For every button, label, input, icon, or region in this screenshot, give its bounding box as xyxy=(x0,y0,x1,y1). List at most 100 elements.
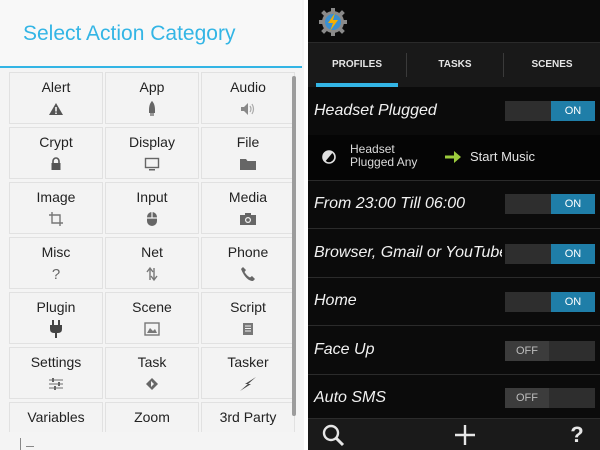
plug-icon xyxy=(10,319,102,339)
category-label: Script xyxy=(230,299,266,315)
search-button[interactable] xyxy=(318,423,348,447)
tasker-logo-icon xyxy=(319,8,347,36)
phone-icon xyxy=(202,264,294,284)
profile-context[interactable]: Headset Plugged Any Start Music xyxy=(308,135,600,181)
app-icon xyxy=(106,99,198,119)
profile-name: Home xyxy=(314,292,357,309)
state-context-label: Headset Plugged Any xyxy=(350,143,417,169)
alert-icon xyxy=(10,99,102,119)
category-settings[interactable]: Settings xyxy=(9,347,103,399)
category-misc[interactable]: Misc? xyxy=(9,237,103,289)
category-label: Settings xyxy=(30,354,82,370)
lock-icon xyxy=(10,154,102,174)
divider xyxy=(26,446,34,447)
tasker-app: PROFILES TASKS SCENES Headset Plugged ON… xyxy=(308,0,600,450)
search-icon xyxy=(322,424,345,447)
toggle-state: ON xyxy=(551,292,595,312)
profile-row[interactable]: From 23:00 Till 06:00 ON xyxy=(308,182,600,229)
state-line-2: Plugged Any xyxy=(350,155,418,169)
profile-row-headset-plugged[interactable]: Headset Plugged ON Headset Plugged Any S… xyxy=(308,87,600,181)
category-task[interactable]: Task xyxy=(105,347,199,399)
category-phone[interactable]: Phone xyxy=(201,237,295,289)
arrow-right-icon xyxy=(445,151,461,163)
category-net[interactable]: Net xyxy=(105,237,199,289)
category-label: Plugin xyxy=(36,299,76,315)
category-label: Media xyxy=(228,189,268,205)
camera-icon xyxy=(202,209,294,229)
profile-name: Browser, Gmail or YouTube xyxy=(314,244,502,261)
category-script[interactable]: Script xyxy=(201,292,295,344)
divider xyxy=(20,438,21,450)
category-label: Crypt xyxy=(39,134,73,150)
category-app[interactable]: App xyxy=(105,72,199,124)
category-media[interactable]: Media xyxy=(201,182,295,234)
profile-row[interactable]: Browser, Gmail or YouTube ON xyxy=(308,230,600,278)
app-bar xyxy=(308,0,600,42)
category-file[interactable]: File xyxy=(201,127,295,179)
profile-toggle[interactable]: OFF xyxy=(505,341,595,361)
dialog-title: Select Action Category xyxy=(23,22,236,45)
toggle-state: ON xyxy=(551,194,595,214)
profile-toggle[interactable]: ON xyxy=(505,244,595,264)
tab-tasks[interactable]: TASKS xyxy=(407,43,503,87)
category-plugin[interactable]: Plugin xyxy=(9,292,103,344)
picture-icon xyxy=(106,319,198,339)
category-label: 3rd Party xyxy=(219,409,277,425)
toggle-state: OFF xyxy=(505,341,549,361)
category-variables[interactable]: Variables xyxy=(9,402,103,432)
profile-row[interactable]: Home ON xyxy=(308,279,600,326)
category-label: Tasker xyxy=(227,354,269,370)
document-icon xyxy=(202,319,294,339)
category-alert[interactable]: Alert xyxy=(9,72,103,124)
sliders-icon xyxy=(10,374,102,394)
profile-toggle[interactable]: ON xyxy=(505,194,595,214)
category-label: Phone xyxy=(227,244,269,260)
mouse-icon xyxy=(106,209,198,229)
profile-toggle[interactable]: ON xyxy=(505,101,595,121)
category-label: Alert xyxy=(41,79,71,95)
category-input[interactable]: Input xyxy=(105,182,199,234)
category-scene[interactable]: Scene xyxy=(105,292,199,344)
scrollbar[interactable] xyxy=(292,76,296,416)
display-icon xyxy=(106,154,198,174)
profile-name: Auto SMS xyxy=(314,389,387,406)
add-icon xyxy=(455,425,475,445)
profile-name: Headset Plugged xyxy=(314,102,437,119)
category-zoom[interactable]: Zoom xyxy=(105,402,199,432)
toggle-state: OFF xyxy=(505,388,549,408)
tab-bar: PROFILES TASKS SCENES xyxy=(308,42,600,88)
profile-row[interactable]: Auto SMS OFF xyxy=(308,376,600,416)
diamond-icon xyxy=(106,374,198,394)
category-audio[interactable]: Audio xyxy=(201,72,295,124)
category-tasker[interactable]: Tasker xyxy=(201,347,295,399)
task-name: Start Music xyxy=(470,149,536,164)
category-crypt[interactable]: Crypt xyxy=(9,127,103,179)
category-label: Input xyxy=(136,189,168,205)
category-label: App xyxy=(139,79,165,95)
tab-scenes[interactable]: SCENES xyxy=(504,43,600,87)
profile-toggle[interactable]: OFF xyxy=(505,388,595,408)
category-label: Audio xyxy=(230,79,266,95)
profile-name: Face Up xyxy=(314,341,375,358)
category-grid: Alert App Audio Crypt Display File Image Input M… xyxy=(9,72,295,432)
add-button[interactable] xyxy=(450,423,480,447)
lightning-icon xyxy=(202,374,294,394)
category-label: Variables xyxy=(27,409,85,425)
toggle-state: ON xyxy=(551,101,595,121)
help-icon[interactable]: ? xyxy=(564,422,590,447)
crop-icon xyxy=(10,209,102,229)
profile-list: Headset Plugged ON Headset Plugged Any S… xyxy=(308,87,600,416)
state-context-icon xyxy=(322,150,336,164)
profile-name: From 23:00 Till 06:00 xyxy=(314,195,466,212)
profile-row[interactable]: Face Up OFF xyxy=(308,327,600,375)
tab-profiles[interactable]: PROFILES xyxy=(308,43,406,87)
category-label: Image xyxy=(36,189,76,205)
action-category-dialog: Select Action Category Alert App Audio Cryp… xyxy=(0,0,304,450)
category-label: Display xyxy=(129,134,175,150)
category-image[interactable]: Image xyxy=(9,182,103,234)
category-label: File xyxy=(236,134,260,150)
profile-toggle[interactable]: ON xyxy=(505,292,595,312)
category-3rd-party[interactable]: 3rd Party xyxy=(201,402,295,432)
category-display[interactable]: Display xyxy=(105,127,199,179)
category-label: Scene xyxy=(132,299,172,315)
